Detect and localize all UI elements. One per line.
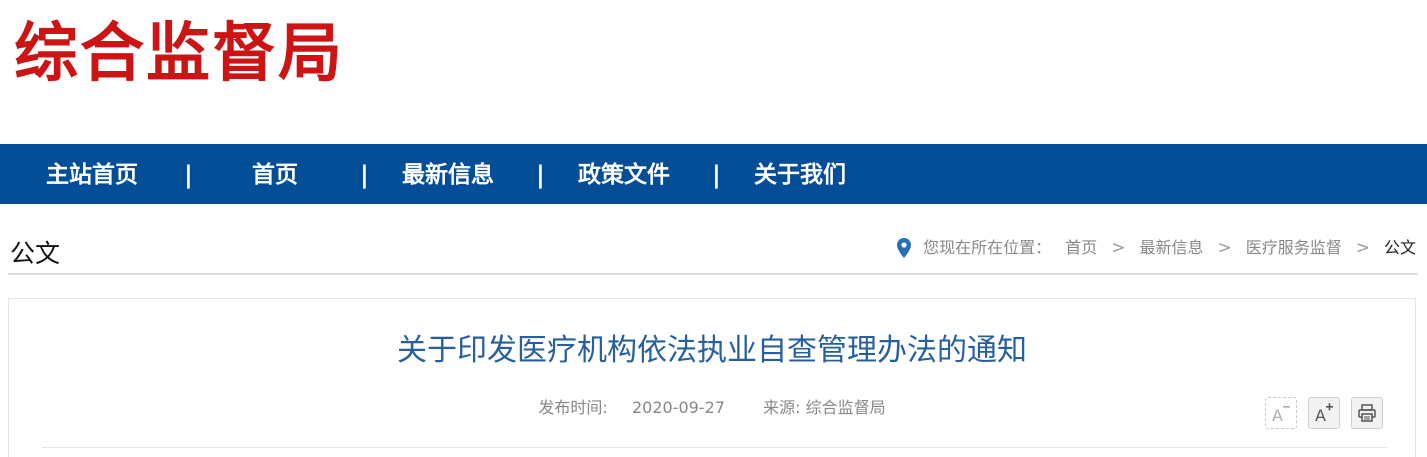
article-title: 关于印发医疗机构依法执业自查管理办法的通知 <box>397 333 1027 368</box>
breadcrumb-chevron-icon: > <box>1111 238 1126 258</box>
section-divider <box>8 273 1418 275</box>
nav-separator: | <box>360 161 369 189</box>
font-increase-icon: A <box>1315 403 1333 424</box>
source-label: 来源: <box>763 398 801 417</box>
nav-item-latest-info[interactable]: 最新信息 <box>402 144 494 204</box>
print-button[interactable] <box>1351 397 1383 429</box>
nav-item-policy-docs[interactable]: 政策文件 <box>578 144 670 204</box>
article-container: 关于印发医疗机构依法执业自查管理办法的通知 发布时间: 2020-09-27 来… <box>8 298 1416 457</box>
site-logo[interactable]: 综合监督局 <box>14 18 344 90</box>
breadcrumb-item-latest-info[interactable]: 最新信息 <box>1139 236 1203 260</box>
breadcrumb: 您现在所在位置： 首页 > 最新信息 > 医疗服务监督 > 公文 <box>897 236 1416 260</box>
svg-text:A: A <box>1315 406 1326 424</box>
font-decrease-button[interactable]: A <box>1265 397 1297 429</box>
nav-separator: | <box>536 161 545 189</box>
breadcrumb-item-home[interactable]: 首页 <box>1065 236 1097 260</box>
section-title: 公文 <box>10 236 61 275</box>
publish-date: 2020-09-27 <box>631 398 725 417</box>
site-header: 综合监督局 <box>0 0 1427 144</box>
breadcrumb-item-current: 公文 <box>1383 238 1416 257</box>
nav-item-main-home[interactable]: 主站首页 <box>46 144 138 204</box>
publish-time-label: 发布时间: <box>538 398 608 417</box>
nav-item-about-us[interactable]: 关于我们 <box>754 144 846 204</box>
nav-item-home[interactable]: 首页 <box>252 144 298 204</box>
breadcrumb-chevron-icon: > <box>1355 238 1370 258</box>
breadcrumb-chevron-icon: > <box>1217 238 1232 258</box>
breadcrumb-prefix: 您现在所在位置： <box>923 238 1052 257</box>
nav-separator: | <box>184 161 193 189</box>
main-nav: 主站首页 | 首页 | 最新信息 | 政策文件 | 关于我们 <box>0 144 1427 204</box>
location-pin-icon <box>897 238 912 258</box>
nav-separator: | <box>712 161 721 189</box>
article-meta: 发布时间: 2020-09-27 来源: 综合监督局 <box>9 397 1415 419</box>
svg-text:A: A <box>1272 406 1283 424</box>
font-decrease-icon: A <box>1272 406 1290 424</box>
breadcrumb-item-medical-supervision[interactable]: 医疗服务监督 <box>1246 236 1342 260</box>
font-increase-button[interactable]: A <box>1308 397 1340 429</box>
article-divider <box>42 447 1388 448</box>
print-icon <box>1358 404 1376 422</box>
source-name: 综合监督局 <box>805 398 886 417</box>
